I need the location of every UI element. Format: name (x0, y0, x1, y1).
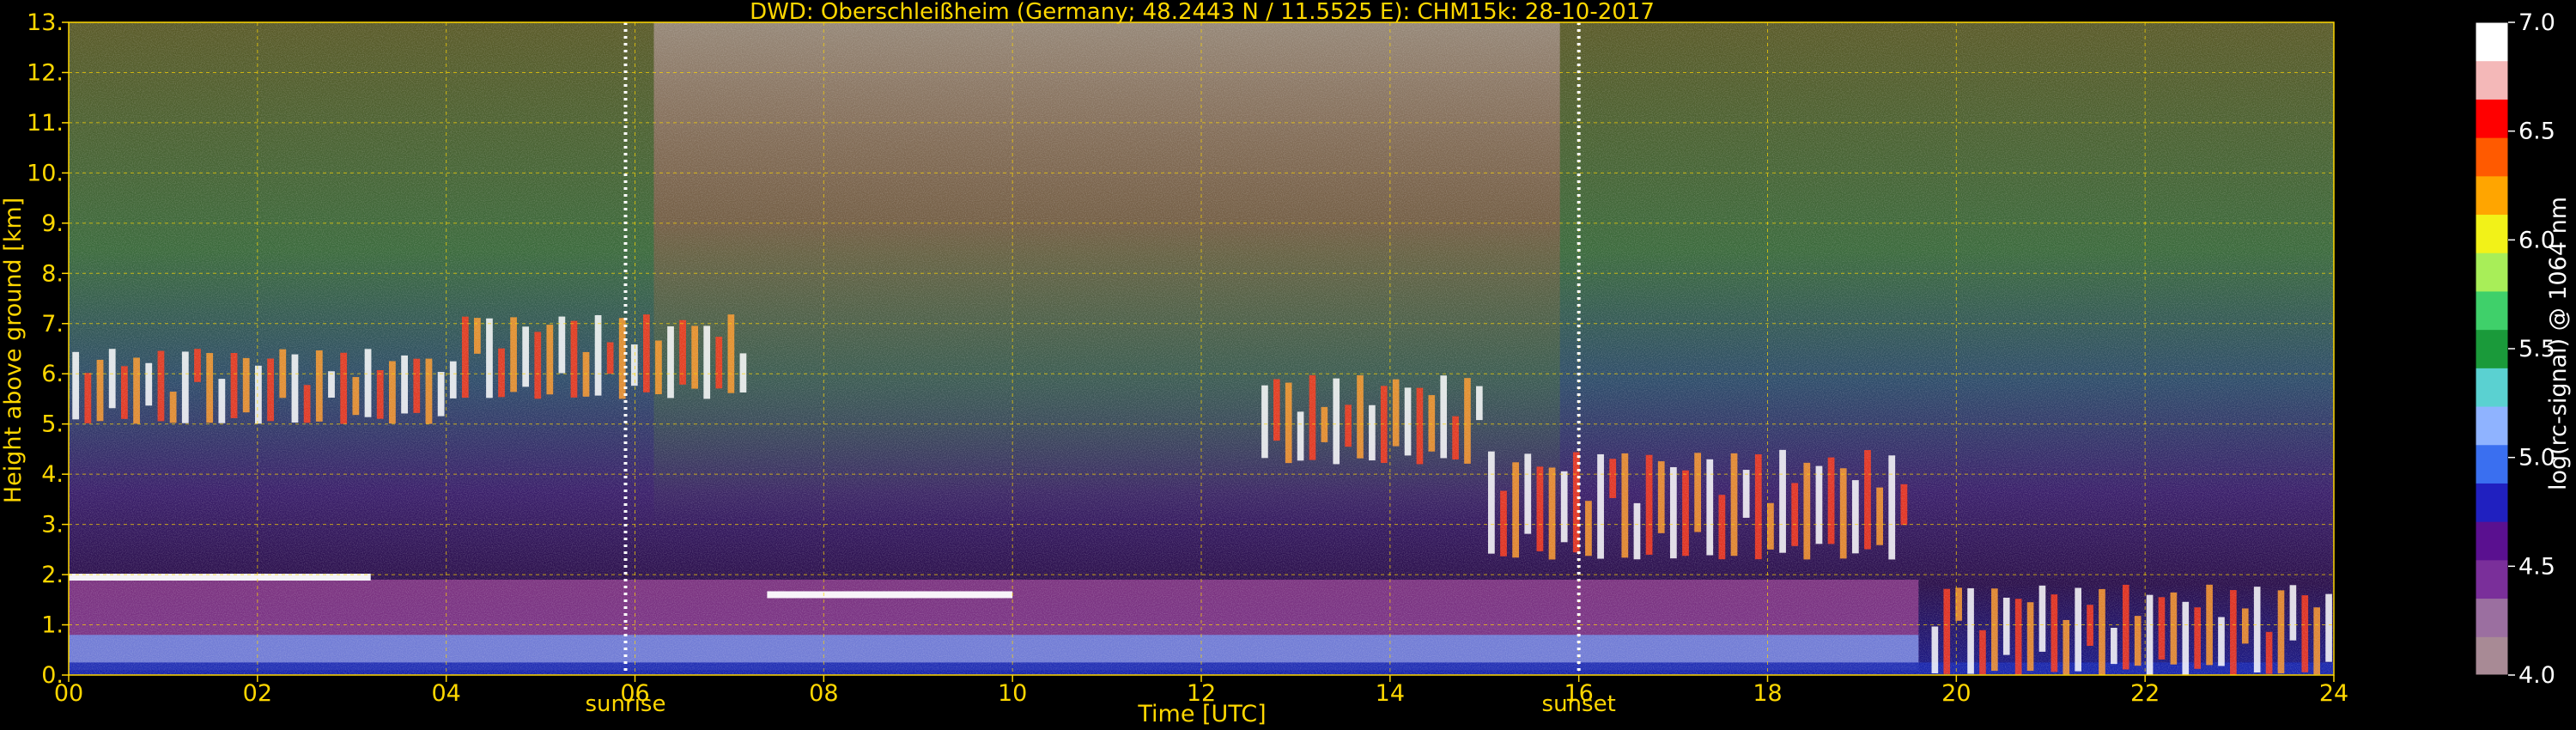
y-tick-label: 4. (41, 461, 64, 488)
colorbar-segment (2476, 175, 2508, 216)
x-tick-label: 18 (1753, 680, 1782, 707)
colorbar-segment (2476, 214, 2508, 253)
y-tick-label: 13. (27, 9, 64, 36)
x-axis-label: Time [UTC] (1137, 701, 1266, 727)
colorbar-segment (2476, 521, 2508, 561)
colorbar-tick-label: 4.0 (2518, 662, 2555, 689)
x-tick-label: 16 (1564, 680, 1593, 707)
colorbar-segment (2476, 22, 2508, 62)
colorbar-segment (2476, 598, 2508, 637)
colorbar-segment (2476, 137, 2508, 177)
colorbar-segment (2476, 483, 2508, 522)
y-tick-label: 2. (41, 562, 64, 588)
colorbar-tick-label: 7.0 (2518, 9, 2555, 36)
x-tick-label: 22 (2130, 680, 2160, 707)
colorbar-segment (2476, 290, 2508, 331)
colorbar-segment (2476, 559, 2508, 599)
y-tick-label: 11. (27, 110, 64, 137)
y-tick-label: 7. (41, 311, 64, 338)
colorbar-segment (2476, 60, 2508, 100)
colorbar-label: log(rc-signal) @ 1064 nm (2545, 197, 2572, 490)
colorbar: 4.04.55.05.56.06.57.0 (2475, 9, 2555, 689)
x-tick-label: 06 (620, 680, 649, 707)
y-tick-label: 0. (41, 662, 64, 689)
colorbar-segment (2476, 444, 2508, 484)
colorbar-segment (2476, 99, 2508, 138)
y-tick-label: 8. (41, 260, 64, 287)
y-tick-label: 10. (27, 160, 64, 186)
x-tick-label: 24 (2319, 680, 2348, 707)
x-tick-label: 08 (809, 680, 838, 707)
lidar-chart: sunrise sunset 00 02 04 06 08 10 12 14 16 18 20 22 24… (0, 0, 2572, 727)
colorbar-segment (2476, 252, 2508, 292)
x-tick-label: 20 (1941, 680, 1971, 707)
y-tick-label: 9. (41, 210, 64, 237)
colorbar-tick-label: 4.5 (2518, 553, 2555, 580)
colorbar-segment (2476, 406, 2508, 446)
y-tick-label: 12. (27, 59, 64, 86)
y-axis-label: Height above ground [km] (0, 198, 27, 503)
x-tick-label: 14 (1376, 680, 1405, 707)
colorbar-segment (2476, 368, 2508, 407)
y-tick-label: 3. (41, 512, 64, 538)
colorbar-segment (2476, 636, 2508, 676)
y-tick-label: 6. (41, 361, 64, 387)
x-tick-label: 10 (998, 680, 1027, 707)
colorbar-tick-label: 6.5 (2518, 119, 2555, 145)
x-tick-label: 02 (243, 680, 272, 707)
colorbar-segment (2476, 329, 2508, 368)
x-tick-label: 04 (431, 680, 460, 707)
chart-title: DWD: Oberschleißheim (Germany; 48.2443 N… (750, 0, 1655, 25)
y-tick-label: 1. (41, 612, 64, 639)
y-tick-label: 5. (41, 411, 64, 438)
